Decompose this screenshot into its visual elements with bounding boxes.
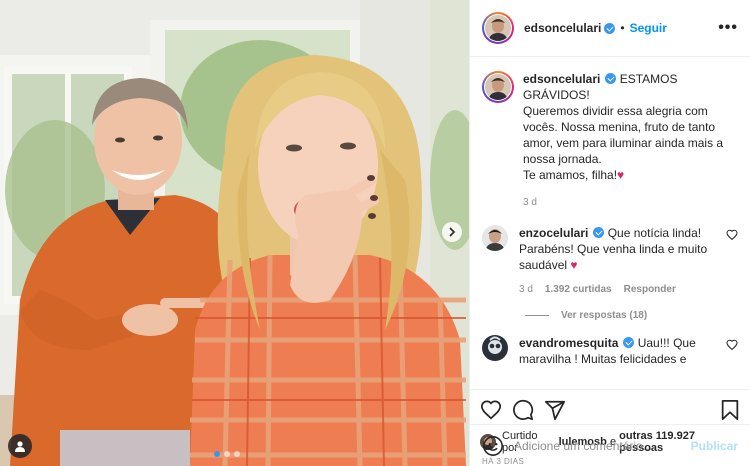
comment-age[interactable]: 3 d (519, 282, 533, 298)
comments-list[interactable]: edsoncelulari ESTAMOS GRÁVIDOS! Queremos… (470, 57, 750, 389)
author-username[interactable]: edsoncelulari (524, 21, 601, 35)
carousel-dot (234, 451, 240, 457)
comment-item: enzocelulari Que notícia linda! Parabéns… (482, 225, 738, 298)
author-avatar[interactable] (482, 12, 514, 44)
caption-author-avatar[interactable] (482, 71, 514, 103)
reply-button[interactable]: Responder (624, 282, 676, 298)
commenter-avatar-image (482, 335, 508, 361)
user-tag-icon (15, 441, 25, 452)
comment-icon[interactable] (512, 399, 534, 421)
instagram-post: edsoncelulari • Seguir ••• edsoncelulari… (0, 0, 750, 466)
verified-badge-icon (605, 73, 617, 84)
red-heart-emoji: ♥ (570, 258, 578, 272)
verified-badge-icon (593, 227, 605, 238)
red-heart-emoji: ♥ (617, 168, 625, 182)
carousel-dot (214, 451, 220, 457)
commenter-avatar-image (482, 225, 508, 251)
comment-likes-count[interactable]: 1.392 curtidas (545, 282, 612, 298)
verified-badge-icon (604, 22, 616, 34)
add-comment-bar: Adicione um comentário... Publicar (470, 424, 750, 466)
carousel-dots (214, 451, 240, 457)
caption-line-2: Queremos dividir essa alegria com vocês.… (523, 104, 724, 166)
comment-like-heart-icon[interactable] (726, 339, 738, 351)
comment-like-heart-icon[interactable] (726, 229, 738, 241)
heart-icon[interactable] (480, 399, 502, 421)
post-side-panel: edsoncelulari • Seguir ••• edsoncelulari… (469, 0, 750, 466)
caption: edsoncelulari ESTAMOS GRÁVIDOS! Queremos… (482, 71, 738, 211)
action-icons-row (480, 398, 740, 422)
comment-input[interactable]: Adicione um comentário... (514, 439, 691, 453)
caption-line-3: Te amamos, filha! (523, 168, 618, 182)
publish-button[interactable]: Publicar (691, 439, 738, 453)
view-replies-button[interactable]: Ver respostas (18) (525, 310, 738, 321)
carousel-next-button[interactable] (442, 222, 462, 242)
header-separator: • (620, 21, 625, 35)
commenter-avatar[interactable] (482, 335, 508, 361)
more-options-button[interactable]: ••• (718, 19, 738, 37)
view-replies-label: Ver respostas (18) (561, 310, 648, 321)
caption-age[interactable]: 3 d (523, 195, 537, 211)
paper-plane-icon[interactable] (544, 399, 566, 421)
commenter-avatar[interactable] (482, 225, 508, 251)
carousel-dot (224, 451, 230, 457)
user-tag-button[interactable] (8, 434, 32, 458)
chevron-right-icon (449, 227, 456, 237)
verified-badge-icon (623, 337, 635, 348)
comment-item: evandromesquita Uau!!! Que maravilha ! M… (482, 335, 738, 367)
photo-scene (0, 0, 469, 466)
author-avatar-image (485, 15, 511, 41)
post-header: edsoncelulari • Seguir ••• (470, 0, 750, 57)
follow-button[interactable]: Seguir (630, 21, 667, 35)
bookmark-icon[interactable] (720, 399, 740, 421)
caption-username[interactable]: edsoncelulari (523, 72, 600, 86)
smiley-icon[interactable] (482, 435, 504, 457)
caption-avatar-image (485, 74, 511, 100)
commenter-username[interactable]: enzocelulari (519, 226, 588, 240)
post-photo[interactable] (0, 0, 469, 466)
commenter-username[interactable]: evandromesquita (519, 336, 618, 350)
